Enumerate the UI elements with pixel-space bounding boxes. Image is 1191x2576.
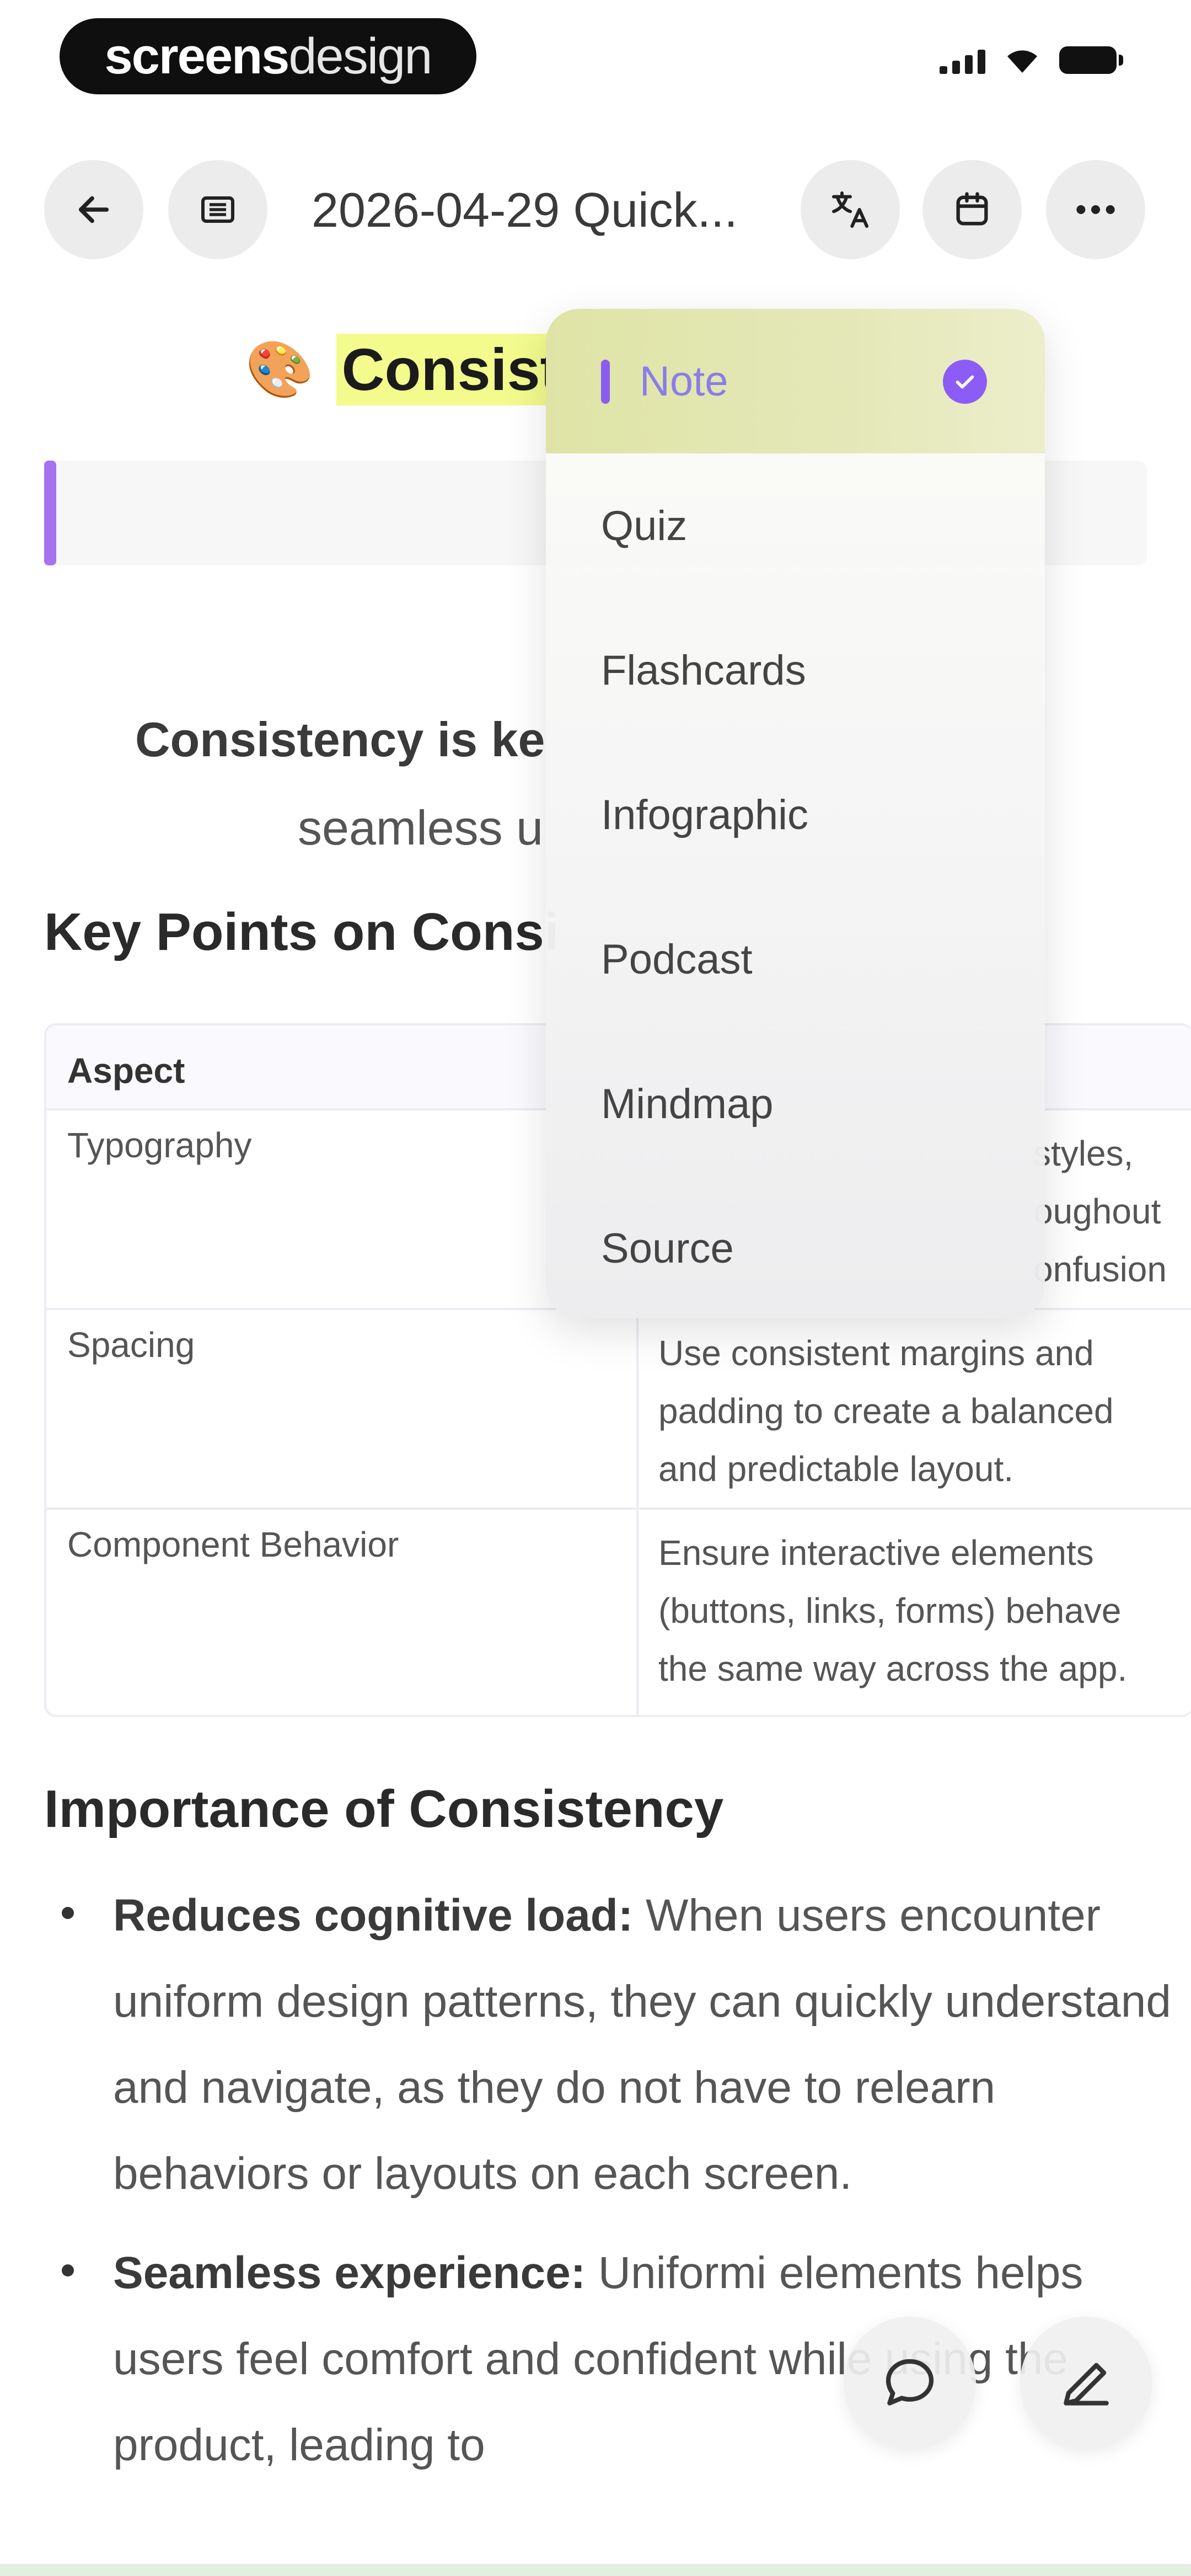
detail-line: padding to create a balanced	[658, 1391, 1114, 1431]
list-item: Reduces cognitive load: When users encou…	[44, 1873, 1180, 2217]
menu-item-note[interactable]: Note	[546, 309, 1045, 453]
table-header-aspect: Aspect	[67, 1051, 185, 1091]
table-cell-detail: Use consistent margins and padding to cr…	[658, 1324, 1114, 1498]
detail-line: onfusion	[1033, 1249, 1167, 1289]
table-row: Spacing Use consistent margins and paddi…	[46, 1308, 1191, 1510]
bullet-bold-text: Seamless experience:	[113, 2248, 586, 2298]
back-arrow-icon	[78, 196, 109, 223]
selected-indicator-bar	[601, 360, 610, 404]
calendar-button[interactable]	[922, 160, 1022, 259]
signal-icon	[940, 50, 985, 74]
translate-icon	[832, 191, 868, 228]
edit-button[interactable]	[1020, 2317, 1152, 2449]
detail-line: Use consistent margins and	[658, 1333, 1094, 1373]
pencil-icon	[1064, 2363, 1109, 2406]
menu-item-label: Mindmap	[601, 1080, 774, 1127]
translate-button[interactable]	[801, 160, 900, 259]
table-cell-aspect: Spacing	[67, 1325, 195, 1365]
menu-item-quiz[interactable]: Quiz	[546, 453, 1045, 598]
chat-button[interactable]	[844, 2317, 976, 2449]
status-icons	[940, 46, 1123, 74]
document-title: 2026-04-29 Quick...	[312, 183, 738, 237]
table-cell-aspect: Typography	[67, 1125, 252, 1165]
bullet-bold-text: Reduces cognitive load:	[113, 1890, 634, 1941]
table-row: Component Behavior Ensure interactive el…	[46, 1508, 1191, 1715]
table-cell-detail: styles, oughout onfusion	[1033, 1125, 1167, 1298]
more-icon	[1076, 205, 1115, 214]
list-item: Seamless experience: Uniformi elements h…	[44, 2230, 1180, 2488]
brand-text-bold: screens	[104, 28, 290, 84]
menu-item-infographic[interactable]: Infographic	[546, 742, 1045, 887]
table-cell-aspect: Component Behavior	[67, 1525, 399, 1564]
page-heading: 🎨 Consist	[245, 334, 566, 405]
list-icon	[201, 196, 234, 223]
detail-line: and predictable layout.	[658, 1449, 1013, 1489]
menu-item-label: Flashcards	[601, 646, 806, 694]
view-mode-menu: Note Quiz Flashcards Infographic Podcast…	[546, 309, 1045, 1318]
importance-list: Reduces cognitive load: When users encou…	[44, 1873, 1180, 2488]
lead-text-bold: Consistency is ke	[135, 712, 545, 767]
callout-accent-bar	[44, 461, 56, 565]
section-heading-importance: Importance of Consistency	[44, 1779, 724, 1839]
bottom-edge	[0, 2564, 1191, 2576]
detail-line: (buttons, links, forms) behave	[658, 1591, 1122, 1631]
checkmark-icon	[943, 360, 987, 404]
menu-item-podcast[interactable]: Podcast	[546, 887, 1045, 1032]
battery-icon	[1059, 46, 1123, 74]
menu-item-flashcards[interactable]: Flashcards	[546, 598, 1045, 742]
brand-badge: screens design	[60, 18, 476, 94]
detail-line: Ensure interactive elements	[658, 1533, 1094, 1573]
section-heading-key-points: Key Points on Consi	[44, 902, 559, 961]
lead-text: seamless u	[298, 800, 544, 855]
chat-icon	[886, 2359, 934, 2406]
wifi-icon	[1007, 50, 1037, 73]
table-cell-detail: Ensure interactive elements (buttons, li…	[658, 1524, 1127, 1698]
menu-item-label: Quiz	[601, 502, 688, 549]
menu-item-source[interactable]: Source	[546, 1176, 1045, 1318]
more-button[interactable]	[1046, 160, 1145, 259]
page-title: Consist	[336, 334, 566, 405]
brand-text-light: design	[288, 28, 432, 84]
menu-item-label: Note	[640, 357, 728, 405]
back-button[interactable]	[44, 160, 143, 259]
menu-item-label: Source	[601, 1225, 734, 1272]
detail-line: oughout	[1033, 1191, 1161, 1231]
outline-button[interactable]	[168, 160, 267, 259]
menu-item-label: Podcast	[601, 936, 753, 983]
detail-line: the same way across the app.	[658, 1649, 1128, 1688]
palette-emoji-icon: 🎨	[245, 338, 314, 400]
calendar-icon	[956, 192, 988, 226]
menu-item-label: Infographic	[601, 791, 809, 838]
menu-item-mindmap[interactable]: Mindmap	[546, 1032, 1045, 1176]
detail-line: styles,	[1033, 1134, 1134, 1173]
